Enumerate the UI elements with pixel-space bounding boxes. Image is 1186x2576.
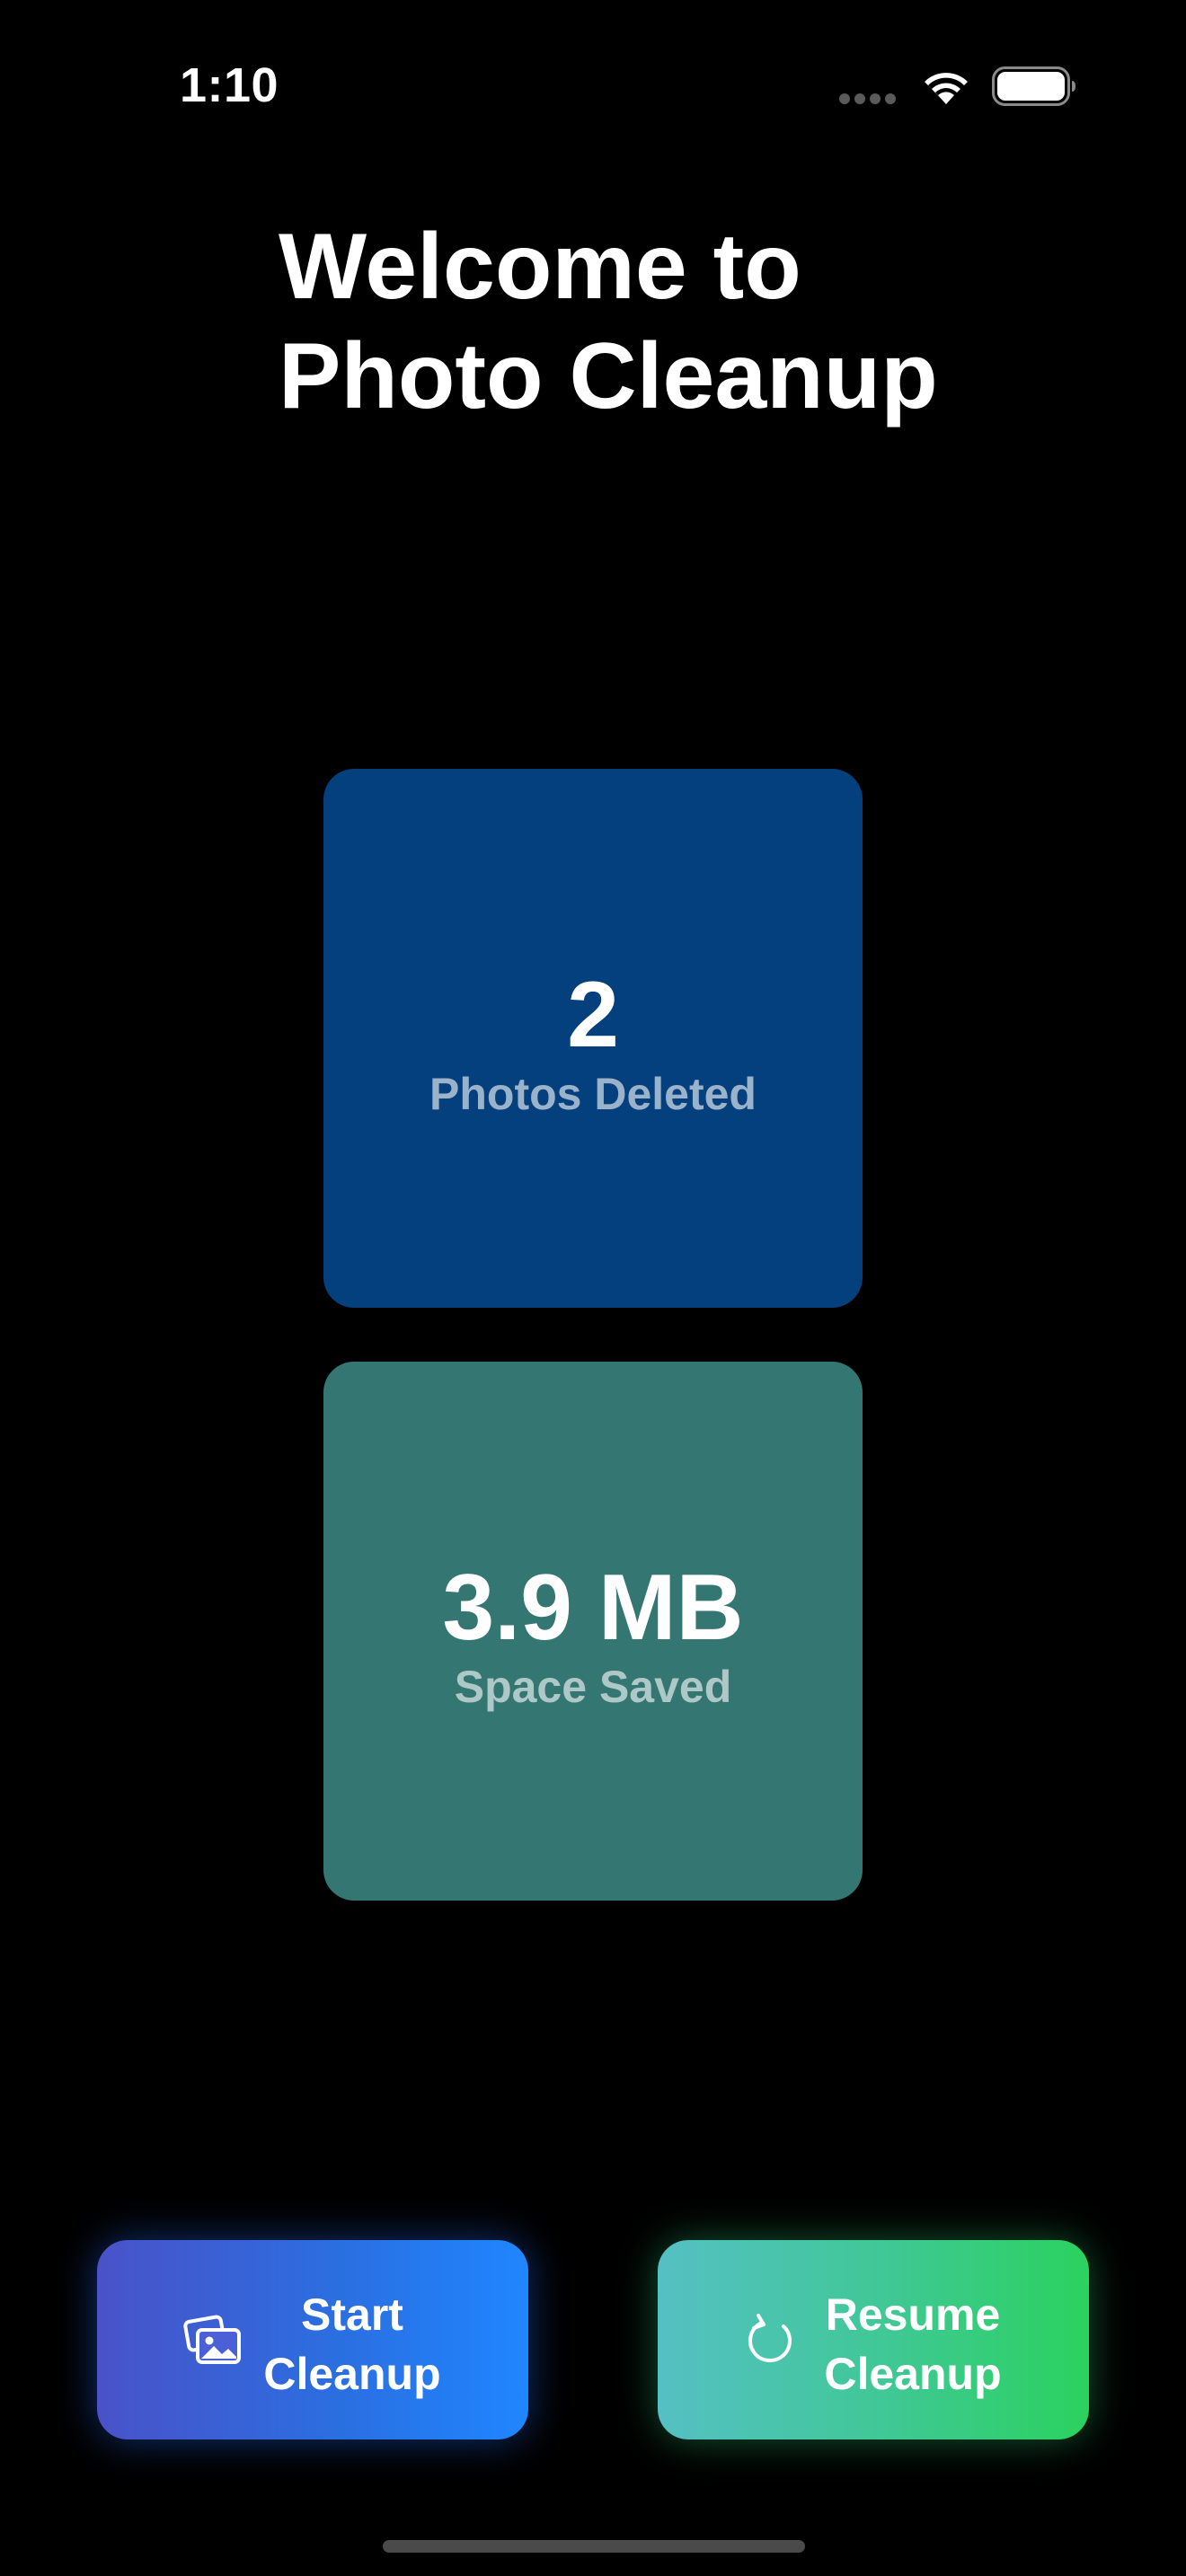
start-cleanup-line-2: Cleanup — [263, 2349, 441, 2399]
space-saved-card: 3.9 MB Space Saved — [323, 1362, 863, 1901]
title-line-2: Photo Cleanup — [279, 324, 938, 428]
photos-deleted-value: 2 — [567, 963, 619, 1067]
resume-cleanup-button[interactable]: Resume Cleanup — [658, 2240, 1089, 2439]
cellular-dots-icon — [839, 93, 902, 104]
start-cleanup-button[interactable]: Start Cleanup — [97, 2240, 528, 2439]
resume-cleanup-label: Resume Cleanup — [805, 2285, 1021, 2404]
refresh-icon — [748, 2314, 792, 2363]
photos-deleted-card: 2 Photos Deleted — [323, 769, 863, 1308]
photos-deleted-label: Photos Deleted — [429, 1069, 757, 1119]
photos-icon — [183, 2315, 241, 2364]
space-saved-value: 3.9 MB — [442, 1556, 744, 1660]
title-line-1: Welcome to — [279, 215, 801, 319]
status-bar: 1:10 — [0, 0, 1186, 171]
space-saved-label: Space Saved — [454, 1662, 732, 1712]
battery-icon — [992, 66, 1075, 106]
home-indicator[interactable] — [383, 2540, 805, 2553]
resume-cleanup-line-2: Cleanup — [824, 2349, 1002, 2399]
status-time: 1:10 — [180, 58, 279, 112]
start-cleanup-line-1: Start — [301, 2289, 403, 2340]
wifi-icon — [925, 73, 968, 104]
page-title: Welcome to Photo Cleanup — [279, 212, 938, 431]
resume-cleanup-line-1: Resume — [825, 2289, 1001, 2340]
start-cleanup-label: Start Cleanup — [244, 2285, 460, 2404]
